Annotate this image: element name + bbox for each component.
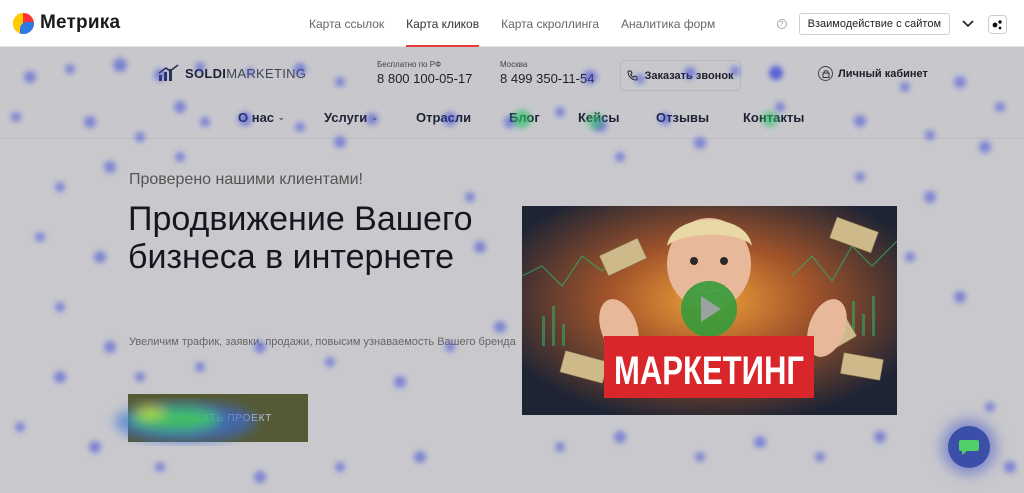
request-call-label: Заказать звонок — [644, 69, 734, 82]
promo-video[interactable]: МАРКЕТИНГ — [522, 206, 897, 415]
chart-growth-icon — [158, 64, 179, 81]
nav-item-blog[interactable]: Блог — [509, 110, 540, 125]
hero-title: Продвижение Вашего бизнеса в интернете — [128, 200, 473, 276]
nav-item-services[interactable]: Услуги ⌄ — [324, 110, 378, 125]
site-brand: SOLDIMARKETING — [185, 65, 307, 81]
metrika-logo[interactable]: Метрика — [13, 12, 120, 34]
phone-icon — [627, 70, 638, 81]
metrika-logo-icon — [13, 12, 34, 34]
phone-number[interactable]: 8 499 350-11-54 — [500, 71, 594, 86]
phone-free-russia: Бесплатно по РФ 8 800 100-05-17 — [377, 60, 472, 86]
nav-item-industries[interactable]: Отрасли — [416, 110, 471, 125]
chevron-down-icon[interactable] — [960, 16, 976, 32]
lock-icon — [818, 66, 833, 81]
discuss-project-button[interactable]: Обсудить проект — [128, 394, 308, 442]
info-icon[interactable]: ? — [776, 19, 787, 29]
metrika-map-tabs: Карта ссылок Карта кликов Карта скроллин… — [298, 0, 726, 47]
site-header: SOLDIMARKETING Бесплатно по РФ 8 800 100… — [0, 47, 1024, 139]
chevron-down-icon: ⌄ — [278, 113, 285, 122]
hero-subtitle: Увеличим трафик, заявки, продажи, повыси… — [129, 336, 516, 348]
nav-item-cases[interactable]: Кейсы — [578, 110, 620, 125]
phone-label: Бесплатно по РФ — [377, 60, 442, 69]
site-logo[interactable]: SOLDIMARKETING — [158, 64, 306, 82]
hero-section: Проверено нашими клиентами! Продвижение … — [0, 140, 1024, 493]
chat-widget-button[interactable] — [948, 426, 990, 468]
nav-item-reviews[interactable]: Отзывы — [656, 110, 709, 125]
tab-scroll-map[interactable]: Карта скроллинга — [490, 0, 610, 47]
phone-moscow: Москва 8 499 350-11-54 — [500, 60, 594, 86]
metrika-toolbar: Метрика Карта ссылок Карта кликов Карта … — [0, 0, 1024, 47]
metrika-controls: ? Взаимодействие с сайтом — [776, 13, 1007, 35]
tab-link-map[interactable]: Карта ссылок — [298, 0, 395, 47]
interaction-type-select[interactable]: Взаимодействие с сайтом — [798, 13, 950, 35]
tab-click-map[interactable]: Карта кликов — [395, 0, 490, 47]
phone-number[interactable]: 8 800 100-05-17 — [377, 71, 472, 86]
hero-eyebrow: Проверено нашими клиентами! — [129, 171, 363, 188]
nav-item-about[interactable]: О нас ⌄ — [238, 110, 285, 125]
nav-item-contacts[interactable]: Контакты — [743, 110, 804, 125]
tab-form-analytics[interactable]: Аналитика форм — [610, 0, 726, 47]
site-main-nav: О нас ⌄ Услуги ⌄ Отрасли Блог Кейсы Отзывы… — [0, 110, 1024, 130]
phone-label: Москва — [500, 60, 528, 69]
chevron-down-icon: ⌄ — [371, 113, 378, 122]
user-menu-icon[interactable] — [988, 14, 1007, 34]
video-thumbnail: МАРКЕТИНГ — [522, 206, 897, 415]
personal-account-link[interactable]: Личный кабинет — [818, 66, 928, 81]
request-call-button[interactable]: Заказать звонок — [620, 60, 741, 91]
metrika-logo-text: Метрика — [40, 12, 121, 33]
personal-account-label: Личный кабинет — [838, 67, 928, 80]
video-caption: МАРКЕТИНГ — [614, 349, 804, 393]
chat-bubble-icon — [959, 440, 979, 455]
